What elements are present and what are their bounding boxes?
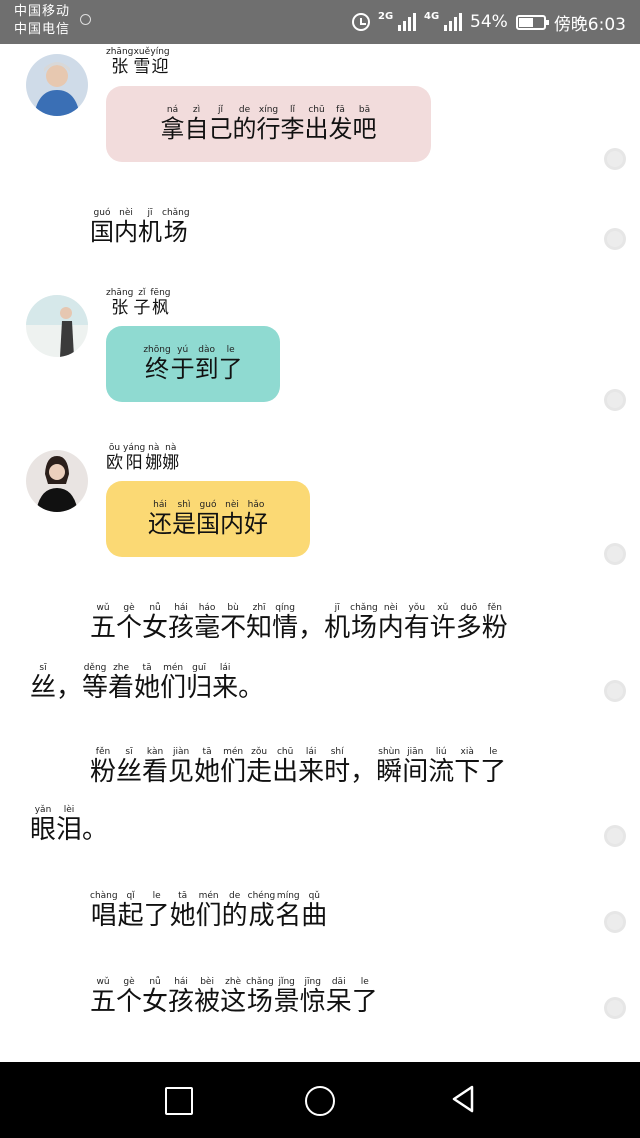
battery-percent: 54% [470,12,508,32]
sender-name: 张zhāng雪xuě迎yíng [106,47,170,77]
hd-icon [80,14,91,25]
select-radio[interactable] [604,680,626,702]
select-radio[interactable] [604,911,626,933]
sender-name: 欧ōu阳yáng娜nà娜nà [106,443,180,473]
chat-bubble[interactable]: 拿ná自zì己jǐ的de行xíng李lǐ出chū发fā吧bā [106,86,431,162]
select-radio[interactable] [604,228,626,250]
narration-line: 丝sī，等děng着zhe她tā们mén归guī来lái。 [30,663,265,703]
bubble-text: 终zhōng于yú到dào了le [143,344,243,383]
signal-4g-icon: 4G [424,11,463,33]
narration-line: 五wǔ个gè女nǚ孩hái毫háo不bù知zhī情qíng，机jī场chǎng内… [90,603,508,643]
status-bar: 中国移动 中国电信 2G 4G 54% 傍晚6:03 [0,0,640,44]
back-button[interactable] [450,1084,476,1114]
clock: 傍晚6:03 [553,14,626,35]
recent-apps-button[interactable] [165,1087,193,1115]
narration-line: 五wǔ个gè女nǚ孩hái被bèi这zhè场chǎng景jǐng惊jīng呆dā… [90,977,378,1017]
signal-2g-icon: 2G [378,11,417,33]
chat-bubble[interactable]: 终zhōng于yú到dào了le [106,326,280,402]
select-radio[interactable] [604,389,626,411]
bubble-text: 拿ná自zì己jǐ的de行xíng李lǐ出chū发fā吧bā [160,104,377,143]
alarm-icon [352,13,371,31]
navigation-bar [0,1062,640,1138]
chat-text: 国guó内nèi机jī场chǎng [90,208,190,246]
battery-icon [515,14,549,30]
avatar[interactable] [26,295,88,357]
chat-bubble[interactable]: 还hái是shì国guó内nèi好hǎo [106,481,310,557]
narration-line: 眼yǎn泪lèi。 [30,805,109,845]
narration-line: 粉fěn丝sī看kàn见jiàn她tā们mén走zǒu出chū来lái时shí，… [90,747,507,787]
carrier-1: 中国移动 [14,4,71,19]
narration-line: 唱chàng起qǐ了le她tā们mén的de成chéng名míng曲qǔ [90,891,328,931]
select-radio[interactable] [604,543,626,565]
select-radio[interactable] [604,825,626,847]
carrier-2: 中国电信 [14,22,71,37]
sender-name: 张zhāng子zǐ枫fēng [106,288,171,318]
home-button[interactable] [305,1086,335,1116]
select-radio[interactable] [604,148,626,170]
avatar[interactable] [26,54,88,116]
select-radio[interactable] [604,997,626,1019]
bubble-text: 还hái是shì国guó内nèi好hǎo [148,499,268,538]
avatar[interactable] [26,450,88,512]
